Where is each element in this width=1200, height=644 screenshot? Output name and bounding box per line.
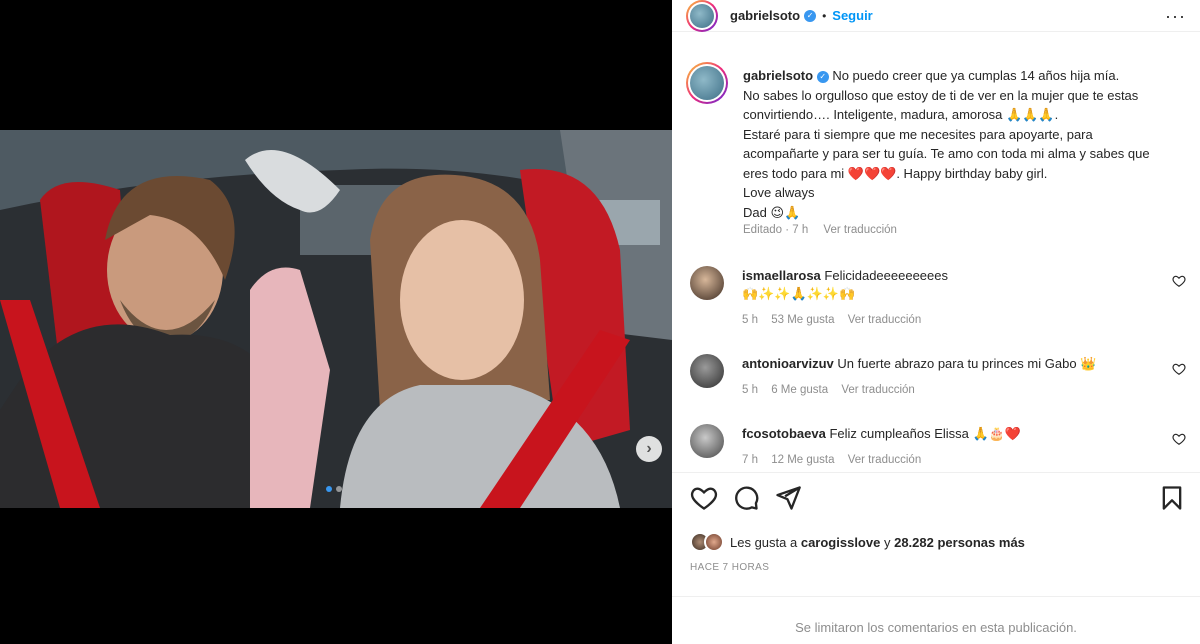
likes-others[interactable]: 28.282 personas más <box>894 535 1025 550</box>
chevron-right-icon: › <box>646 440 652 457</box>
comment-item: ismaellarosa Felicidadeeeeeeeees 🙌✨✨🙏✨✨🙌… <box>690 266 1190 326</box>
translate-link[interactable]: Ver traducción <box>848 454 922 466</box>
post-photo[interactable]: › <box>0 130 672 508</box>
comment-likes[interactable]: 53 Me gusta <box>771 314 834 326</box>
commenter-avatar[interactable] <box>690 266 724 300</box>
commenter-avatar[interactable] <box>690 354 724 388</box>
heart-icon[interactable] <box>690 484 718 512</box>
post-header: gabrielsoto ✓ • Seguir ··· <box>672 0 1200 32</box>
more-icon[interactable]: ··· <box>1165 6 1186 27</box>
comment-item: fcosotobaeva Feliz cumpleaños Elissa 🙏🎂❤… <box>690 424 1190 484</box>
comment-meta: 5 h 53 Me gusta Ver traducción <box>742 314 931 326</box>
photo-illustration <box>0 130 672 508</box>
comment-time: 7 h <box>742 454 758 466</box>
heart-icon[interactable] <box>1172 432 1186 446</box>
heart-icon[interactable] <box>1172 274 1186 288</box>
author-avatar[interactable] <box>686 0 718 32</box>
liker-avatar <box>704 532 724 552</box>
caption-text: gabrielsoto ✓ No puedo creer que ya cump… <box>743 66 1163 222</box>
commenter-avatar[interactable] <box>690 424 724 458</box>
verified-icon: ✓ <box>804 9 817 22</box>
post-media: › <box>0 0 672 644</box>
carousel-dot <box>326 486 332 492</box>
caption-body: No puedo creer que ya cumplas 14 años hi… <box>743 68 1150 220</box>
post-panel: gabrielsoto ✓ • Seguir ··· gabrielsoto ✓… <box>672 0 1200 644</box>
comment-likes[interactable]: 12 Me gusta <box>771 454 834 466</box>
comment-body: Felicidadeeeeeeeees <box>824 268 949 283</box>
divider <box>672 472 1200 473</box>
likes-prefix: Les gusta a <box>730 534 798 550</box>
translate-link[interactable]: Ver traducción <box>848 314 922 326</box>
comments-limited-notice: Se limitaron los comentarios en esta pub… <box>795 620 1077 635</box>
comment-body: Feliz cumpleaños Elissa 🙏🎂❤️ <box>829 426 1022 441</box>
carousel-dots <box>326 486 342 492</box>
verified-icon: ✓ <box>816 70 829 83</box>
liker-username[interactable]: carogisslove <box>801 535 881 550</box>
likes-summary: Les gusta a carogisslove y 28.282 person… <box>690 532 1025 552</box>
comment-username[interactable]: ismaellarosa <box>742 268 821 283</box>
author-username[interactable]: gabrielsoto <box>730 8 800 23</box>
comment-time: 5 h <box>742 314 758 326</box>
translate-link[interactable]: Ver traducción <box>823 224 897 236</box>
edited-time: Editado · 7 h <box>743 224 809 236</box>
carousel-next-button[interactable]: › <box>636 436 662 462</box>
caption-avatar[interactable] <box>686 62 728 104</box>
divider <box>672 596 1200 597</box>
likes-joiner: y <box>883 534 891 550</box>
share-icon[interactable] <box>774 484 802 512</box>
comment-username[interactable]: fcosotobaeva <box>742 426 826 441</box>
bookmark-icon[interactable] <box>1158 484 1186 512</box>
comment-text: ismaellarosa Felicidadeeeeeeeees <box>742 268 948 283</box>
comment-text: antonioarvizuv Un fuerte abrazo para tu … <box>742 356 1096 372</box>
separator-dot: • <box>822 8 827 23</box>
action-bar <box>686 484 1186 514</box>
likes-text: Les gusta a carogisslove y 28.282 person… <box>730 535 1025 550</box>
comment-likes[interactable]: 6 Me gusta <box>771 384 828 396</box>
comment-username[interactable]: antonioarvizuv <box>742 356 834 371</box>
comment-text: fcosotobaeva Feliz cumpleaños Elissa 🙏🎂❤… <box>742 426 1021 442</box>
caption-username[interactable]: gabrielsoto <box>743 68 813 83</box>
comment-item: antonioarvizuv Un fuerte abrazo para tu … <box>690 354 1190 414</box>
comment-time: 5 h <box>742 384 758 396</box>
comment-icon[interactable] <box>732 484 760 512</box>
heart-icon[interactable] <box>1172 362 1186 376</box>
comment-meta: 7 h 12 Me gusta Ver traducción <box>742 454 931 466</box>
follow-button[interactable]: Seguir <box>832 8 872 23</box>
caption-meta: Editado · 7 h Ver traducción <box>743 224 909 236</box>
carousel-dot <box>336 486 342 492</box>
comment-emojis: 🙌✨✨🙏✨✨🙌 <box>742 286 856 301</box>
comment-body: Un fuerte abrazo para tu princes mi Gabo… <box>837 356 1097 371</box>
post-time: HACE 7 HORAS <box>690 562 770 573</box>
comment-meta: 5 h 6 Me gusta Ver traducción <box>742 384 925 396</box>
translate-link[interactable]: Ver traducción <box>841 384 915 396</box>
